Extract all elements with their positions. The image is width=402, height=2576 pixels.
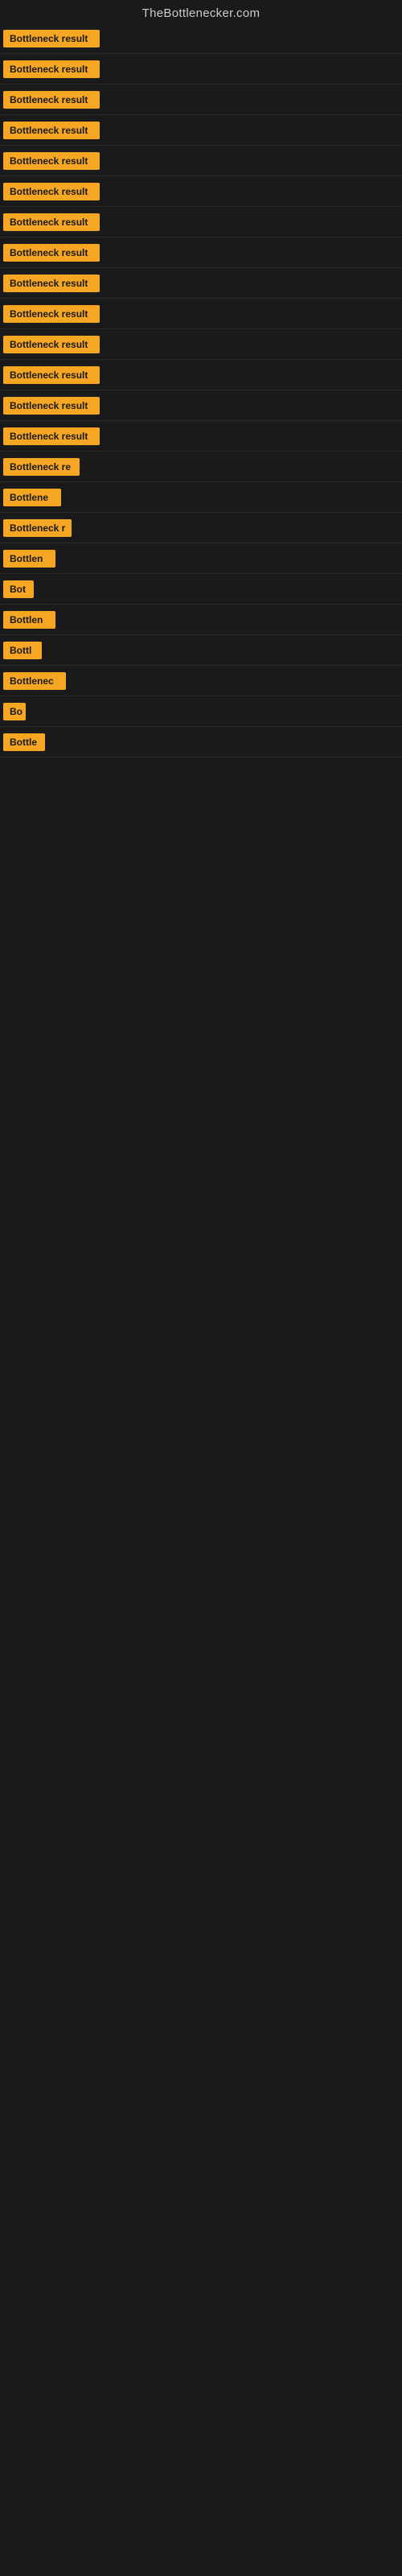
bottleneck-result-badge[interactable]: Bottleneck result: [3, 30, 100, 47]
list-item[interactable]: Bottle: [0, 727, 402, 758]
list-item[interactable]: Bottl: [0, 635, 402, 666]
bottleneck-result-badge[interactable]: Bot: [3, 580, 34, 598]
list-item[interactable]: Bottleneck result: [0, 329, 402, 360]
list-item[interactable]: Bo: [0, 696, 402, 727]
list-item[interactable]: Bottleneck re: [0, 452, 402, 482]
bottleneck-result-badge[interactable]: Bottlen: [3, 550, 55, 568]
bottleneck-result-badge[interactable]: Bottleneck r: [3, 519, 72, 537]
list-item[interactable]: Bottleneck result: [0, 54, 402, 85]
bottleneck-result-badge[interactable]: Bottleneck result: [3, 366, 100, 384]
bottleneck-result-badge[interactable]: Bottlene: [3, 489, 61, 506]
bottleneck-result-badge[interactable]: Bottleneck result: [3, 336, 100, 353]
list-item[interactable]: Bottleneck result: [0, 360, 402, 390]
bottleneck-result-badge[interactable]: Bottleneck result: [3, 397, 100, 415]
bottleneck-result-badge[interactable]: Bottleneck result: [3, 427, 100, 445]
list-item[interactable]: Bottleneck result: [0, 23, 402, 54]
list-item[interactable]: Bottlen: [0, 543, 402, 574]
list-item[interactable]: Bottleneck result: [0, 390, 402, 421]
list-item[interactable]: Bottleneck r: [0, 513, 402, 543]
list-item[interactable]: Bottleneck result: [0, 237, 402, 268]
bottleneck-result-badge[interactable]: Bottlenec: [3, 672, 66, 690]
list-item[interactable]: Bottlen: [0, 605, 402, 635]
list-item[interactable]: Bottleneck result: [0, 176, 402, 207]
bottleneck-result-badge[interactable]: Bottleneck result: [3, 244, 100, 262]
list-item[interactable]: Bottlenec: [0, 666, 402, 696]
bottleneck-result-badge[interactable]: Bottl: [3, 642, 42, 659]
list-item[interactable]: Bottleneck result: [0, 299, 402, 329]
bottleneck-result-badge[interactable]: Bo: [3, 703, 26, 720]
site-title: TheBottlenecker.com: [142, 6, 260, 20]
bottleneck-result-badge[interactable]: Bottleneck result: [3, 213, 100, 231]
bottleneck-result-badge[interactable]: Bottleneck result: [3, 305, 100, 323]
list-item[interactable]: Bottleneck result: [0, 207, 402, 237]
results-list: Bottleneck result Bottleneck result Bottle…: [0, 23, 402, 758]
bottleneck-result-badge[interactable]: Bottle: [3, 733, 45, 751]
bottleneck-result-badge[interactable]: Bottleneck result: [3, 152, 100, 170]
bottleneck-result-badge[interactable]: Bottleneck result: [3, 122, 100, 139]
list-item[interactable]: Bot: [0, 574, 402, 605]
list-item[interactable]: Bottleneck result: [0, 146, 402, 176]
list-item[interactable]: Bottlene: [0, 482, 402, 513]
bottleneck-result-badge[interactable]: Bottleneck result: [3, 91, 100, 109]
list-item[interactable]: Bottleneck result: [0, 115, 402, 146]
bottleneck-result-badge[interactable]: Bottleneck result: [3, 275, 100, 292]
bottleneck-result-badge[interactable]: Bottleneck result: [3, 60, 100, 78]
bottleneck-result-badge[interactable]: Bottleneck result: [3, 183, 100, 200]
list-item[interactable]: Bottleneck result: [0, 421, 402, 452]
bottleneck-result-badge[interactable]: Bottleneck re: [3, 458, 80, 476]
list-item[interactable]: Bottleneck result: [0, 85, 402, 115]
site-header: TheBottlenecker.com: [0, 0, 402, 23]
list-item[interactable]: Bottleneck result: [0, 268, 402, 299]
bottleneck-result-badge[interactable]: Bottlen: [3, 611, 55, 629]
